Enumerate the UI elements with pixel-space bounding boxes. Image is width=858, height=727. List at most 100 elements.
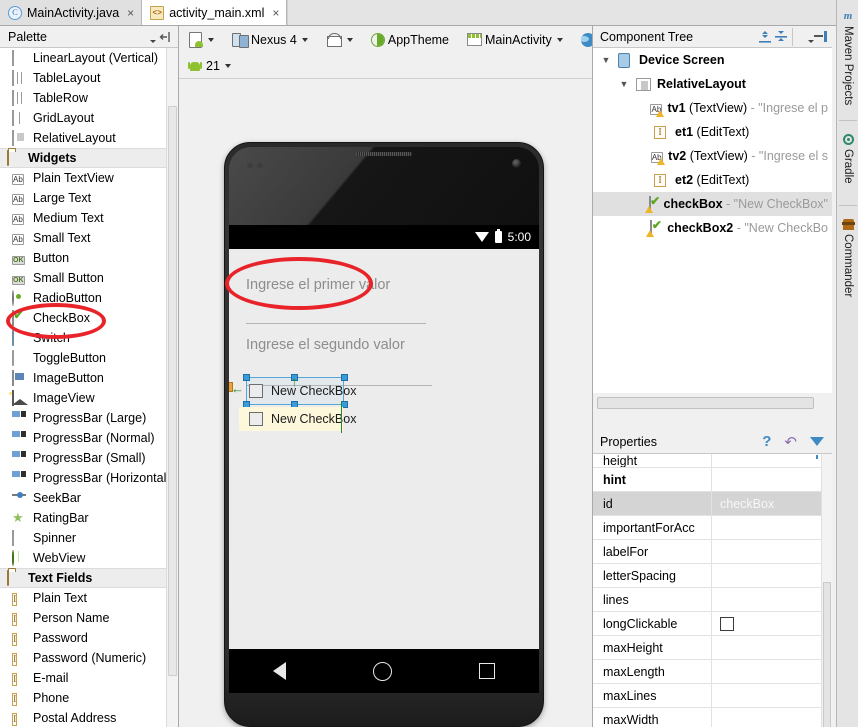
palette-item-ratingbar[interactable]: ★ RatingBar [0,508,166,528]
tool-button-maven-projects[interactable]: m Maven Projects [837,6,858,105]
api-level-button[interactable]: 21 [184,55,240,77]
checkbox-icon[interactable] [249,412,263,426]
expand-all-icon[interactable] [757,30,773,44]
property-row-id[interactable]: id checkBox [593,492,821,516]
palette-item-webview[interactable]: WebView [0,548,166,568]
palette-item-postal-address[interactable]: I Postal Address [0,708,166,727]
layout-variant-button[interactable] [184,29,218,51]
tree-node-relativelayout[interactable]: ▼ RelativeLayout [593,72,832,96]
theme-selector-button[interactable]: AppTheme [367,29,453,51]
palette-item-spinner[interactable]: Spinner [0,528,166,548]
palette-item-text-fields[interactable]: Text Fields [0,568,166,588]
property-value[interactable]: checkBox [711,492,821,515]
question-mark-icon[interactable]: ? [762,433,771,450]
tool-button-gradle[interactable]: Gradle [837,130,858,184]
palette-scrollbar[interactable] [166,48,178,727]
tree-expand-toggle[interactable]: ▼ [617,79,631,89]
palette-item-togglebutton[interactable]: ToggleButton [0,348,166,368]
palette-item-progressbar-small[interactable]: ProgressBar (Small) [0,448,166,468]
property-value[interactable] [711,516,821,539]
property-row-importantforacc[interactable]: importantForAcc [593,516,821,540]
property-row-height[interactable]: height [593,454,821,468]
property-row-lines[interactable]: lines [593,588,821,612]
tree-expand-toggle[interactable]: ▼ [599,55,613,65]
device-selector-button[interactable]: Nexus 4 [228,29,312,51]
property-row-maxwidth[interactable]: maxWidth [593,708,821,727]
palette-item-relativelayout[interactable]: RelativeLayout [0,128,166,148]
palette-item-imageview[interactable]: ImageView [0,388,166,408]
tab-close-button[interactable]: × [127,6,134,20]
property-row-maxheight[interactable]: maxHeight [593,636,821,660]
back-icon[interactable] [272,662,286,680]
palette-item-e-mail[interactable]: I E-mail [0,668,166,688]
palette-item-tablelayout[interactable]: TableLayout [0,68,166,88]
property-value[interactable] [711,636,821,659]
resize-handle-ne[interactable] [341,374,348,381]
palette-item-imagebutton[interactable]: ImageButton [0,368,166,388]
palette-item-linearlayout-vertical[interactable]: LinearLayout (Vertical) [0,48,166,68]
tree-horizontal-scrollbar[interactable] [597,397,814,409]
property-value[interactable] [711,612,821,635]
property-value[interactable] [711,708,821,727]
property-value[interactable] [711,564,821,587]
app-screen[interactable]: Ingrese el primer valor Ingrese el segun… [229,249,539,649]
palette-item-medium-text[interactable]: Ab Medium Text [0,208,166,228]
property-value[interactable] [711,540,821,563]
filter-funnel-icon[interactable] [810,437,824,459]
palette-item-password[interactable]: I Password [0,628,166,648]
property-value[interactable] [711,588,821,611]
palette-item-gridlayout[interactable]: GridLayout [0,108,166,128]
palette-item-widgets[interactable]: Widgets [0,148,166,168]
properties-scroll-thumb[interactable] [823,582,831,727]
checkbox-icon[interactable] [249,384,263,398]
property-row-longclickable[interactable]: longClickable [593,612,821,636]
palette-item-plain-text[interactable]: I Plain Text [0,588,166,608]
property-value[interactable] [711,660,821,683]
edittext-et1-underline[interactable] [246,323,426,324]
constraint-anchor[interactable] [229,382,233,392]
palette-item-password-numeric[interactable]: I Password (Numeric) [0,648,166,668]
component-tree[interactable]: ▼ Device Screen ▼ RelativeLayout Ab tv1 (Text… [593,48,832,393]
palette-item-seekbar[interactable]: SeekBar [0,488,166,508]
palette-item-progressbar-horizontal[interactable]: ProgressBar (Horizontal) [0,468,166,488]
collapse-icon[interactable] [158,29,174,45]
palette-scroll-thumb[interactable] [168,106,177,676]
palette-item-progressbar-normal[interactable]: ProgressBar (Normal) [0,428,166,448]
tree-node-device-screen[interactable]: ▼ Device Screen [593,48,832,72]
palette-item-progressbar-large[interactable]: ProgressBar (Large) [0,408,166,428]
palette-item-small-text[interactable]: Ab Small Text [0,228,166,248]
tree-node-checkbox2[interactable]: checkBox2 - "New CheckBo [593,216,832,240]
textview-tv2[interactable]: Ingrese el segundo valor [246,337,405,353]
gear-icon[interactable] [798,29,814,45]
property-checkbox[interactable] [720,616,734,631]
checkbox-1[interactable]: New CheckBox [249,384,356,398]
home-icon[interactable] [372,661,392,681]
tree-node-tv2[interactable]: Ab tv2 (TextView) - "Ingrese el s [593,144,832,168]
tab-mainactivity-java[interactable]: C MainActivity.java × [0,0,143,25]
tab-activity-main-xml[interactable]: <> activity_main.xml × [142,0,288,25]
hide-panel-icon[interactable] [814,30,828,43]
palette-item-person-name[interactable]: I Person Name [0,608,166,628]
palette-list[interactable]: LinearLayout (Vertical) TableLayout TableR… [0,48,166,727]
property-value[interactable] [711,454,821,467]
properties-table[interactable]: height hint id checkBox importantForAcc label… [593,454,821,727]
property-value[interactable] [711,684,821,707]
properties-scrollbar[interactable] [821,454,832,727]
undo-icon[interactable]: ↶ [784,433,797,451]
property-row-maxlength[interactable]: maxLength [593,660,821,684]
property-row-maxlines[interactable]: maxLines [593,684,821,708]
tree-node-checkbox[interactable]: checkBox - "New CheckBox" [593,192,832,216]
tree-node-tv1[interactable]: Ab tv1 (TextView) - "Ingrese el p [593,96,832,120]
palette-item-tablerow[interactable]: TableRow [0,88,166,108]
collapse-all-icon[interactable] [773,30,789,44]
orientation-button[interactable] [322,29,357,51]
tree-node-et2[interactable]: Iet2 (EditText) [593,168,832,192]
gear-icon[interactable] [140,29,156,45]
property-value[interactable] [711,468,821,491]
palette-item-large-text[interactable]: Ab Large Text [0,188,166,208]
tree-node-et1[interactable]: Iet1 (EditText) [593,120,832,144]
palette-item-button[interactable]: OK Button [0,248,166,268]
palette-item-phone[interactable]: I Phone [0,688,166,708]
property-row-letterspacing[interactable]: letterSpacing [593,564,821,588]
palette-item-plain-textview[interactable]: Ab Plain TextView [0,168,166,188]
